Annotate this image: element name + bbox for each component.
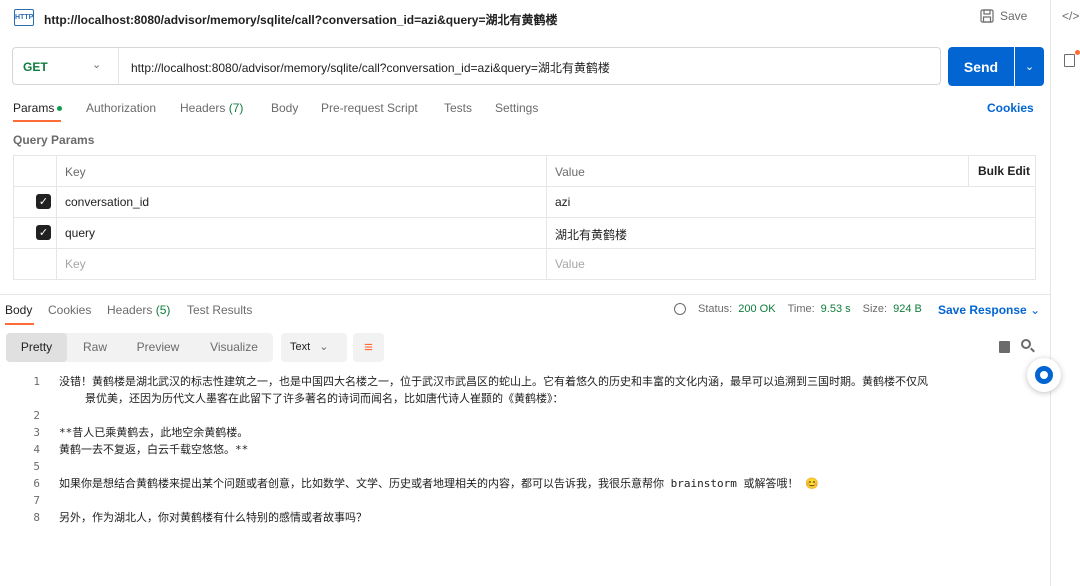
param-key[interactable]: query bbox=[65, 226, 95, 240]
line-number: 8 bbox=[33, 511, 40, 524]
request-title[interactable]: http://localhost:8080/advisor/memory/sql… bbox=[44, 11, 557, 28]
cookies-link[interactable]: Cookies bbox=[987, 101, 1034, 115]
param-value[interactable]: 湖北有黄鹤楼 bbox=[555, 226, 627, 243]
table-divider bbox=[546, 156, 547, 279]
tab-tests[interactable]: Tests bbox=[444, 101, 472, 115]
bulk-edit-button[interactable]: Bulk Edit bbox=[978, 164, 1030, 178]
param-checkbox[interactable]: ✓ bbox=[36, 225, 51, 240]
url-input[interactable]: http://localhost:8080/advisor/memory/sql… bbox=[131, 59, 610, 76]
format-label: Text bbox=[290, 341, 311, 353]
save-button[interactable]: Save bbox=[980, 9, 1027, 23]
save-label: Save bbox=[1000, 9, 1028, 23]
chevron-down-icon[interactable]: ⌄ bbox=[92, 58, 101, 71]
new-key-input[interactable]: Key bbox=[65, 257, 86, 271]
tab-headers[interactable]: Headers (7) bbox=[180, 101, 243, 115]
tab-settings[interactable]: Settings bbox=[495, 101, 538, 115]
assistant-icon bbox=[1035, 366, 1053, 384]
assistant-button[interactable] bbox=[1027, 358, 1061, 392]
active-response-tab-indicator bbox=[5, 323, 34, 325]
view-preview-button[interactable]: Preview bbox=[128, 333, 188, 362]
chevron-down-icon: ⌄ bbox=[319, 341, 329, 353]
wrap-lines-icon[interactable]: ≡ bbox=[353, 333, 384, 362]
line-text: **昔人已乘黄鹤去，此地空余黄鹤楼。 bbox=[59, 426, 249, 439]
table-divider bbox=[14, 186, 1035, 187]
view-raw-button[interactable]: Raw bbox=[71, 333, 119, 362]
line-text: 黄鹤一去不复返，白云千载空悠悠。** bbox=[59, 443, 249, 456]
save-response-label: Save Response bbox=[938, 303, 1027, 317]
right-sidebar bbox=[1050, 0, 1080, 586]
send-options-button[interactable]: ⌄ bbox=[1015, 47, 1044, 86]
line-text: 景优美，还因为历代文人墨客在此留下了许多著名的诗词而闻名，比如唐代诗人崔颢的《黄… bbox=[85, 392, 564, 405]
column-header-value: Value bbox=[555, 165, 585, 179]
chevron-down-icon: ⌄ bbox=[1030, 303, 1041, 317]
send-button[interactable]: Send bbox=[947, 46, 1015, 87]
save-response-button[interactable]: Save Response ⌄ bbox=[938, 303, 1040, 317]
response-meta: Status: 200 OK Time: 9.53 s Size: 924 B bbox=[674, 303, 922, 315]
line-number: 7 bbox=[33, 494, 40, 507]
http-request-icon: HTTP bbox=[14, 9, 34, 26]
line-number: 6 bbox=[33, 477, 40, 490]
search-icon[interactable] bbox=[1021, 339, 1031, 349]
line-number: 5 bbox=[33, 460, 40, 473]
status-label: Status: bbox=[698, 303, 733, 315]
new-value-input[interactable]: Value bbox=[555, 257, 585, 271]
response-tab-headers[interactable]: Headers (5) bbox=[107, 303, 170, 317]
url-divider bbox=[118, 48, 119, 84]
tab-headers-label: Headers bbox=[180, 101, 226, 115]
param-key[interactable]: conversation_id bbox=[65, 195, 149, 209]
response-tab-body[interactable]: Body bbox=[5, 303, 32, 317]
line-number: 4 bbox=[33, 443, 40, 456]
view-mode-group: Pretty Raw Preview Visualize bbox=[6, 333, 273, 362]
line-number: 1 bbox=[33, 375, 40, 388]
query-params-table: Key Value Bulk Edit ✓ conversation_id az… bbox=[13, 155, 1036, 280]
line-number: 2 bbox=[33, 409, 40, 422]
param-value[interactable]: azi bbox=[555, 195, 570, 209]
line-text: 如果你是想结合黄鹤楼来提出某个问题或者创意，比如数学、文学、历史或者地理相关的内… bbox=[59, 477, 819, 490]
status-value[interactable]: 200 OK bbox=[738, 303, 775, 315]
line-text: 没错！黄鹤楼是湖北武汉的标志性建筑之一，也是中国四大名楼之一，位于武汉市武昌区的… bbox=[59, 375, 928, 388]
response-tab-test-results[interactable]: Test Results bbox=[187, 303, 252, 317]
column-header-key: Key bbox=[65, 165, 86, 179]
info-panel-icon[interactable] bbox=[1064, 54, 1075, 67]
format-select[interactable]: Text ⌄ bbox=[281, 333, 347, 362]
globe-icon[interactable] bbox=[674, 303, 686, 315]
tab-body[interactable]: Body bbox=[271, 101, 298, 115]
active-tab-indicator bbox=[13, 120, 61, 122]
size-label: Size: bbox=[862, 303, 888, 315]
query-params-title: Query Params bbox=[13, 133, 95, 147]
table-divider bbox=[14, 217, 1035, 218]
param-checkbox[interactable]: ✓ bbox=[36, 194, 51, 209]
response-tab-cookies[interactable]: Cookies bbox=[48, 303, 91, 317]
headers-count: (7) bbox=[228, 101, 244, 115]
tab-authorization[interactable]: Authorization bbox=[86, 101, 156, 115]
view-pretty-button[interactable]: Pretty bbox=[6, 333, 67, 362]
save-icon bbox=[980, 9, 994, 23]
table-divider bbox=[14, 248, 1035, 249]
params-active-dot bbox=[57, 106, 63, 112]
response-divider bbox=[0, 294, 1050, 295]
line-number: 3 bbox=[33, 426, 40, 439]
table-divider bbox=[968, 156, 969, 186]
view-visualize-button[interactable]: Visualize bbox=[202, 333, 266, 362]
copy-icon[interactable] bbox=[999, 341, 1010, 353]
response-headers-label: Headers bbox=[107, 303, 153, 317]
tab-params[interactable]: Params bbox=[13, 101, 63, 115]
notification-dot bbox=[1075, 50, 1080, 55]
code-icon[interactable]: </> bbox=[1062, 9, 1079, 23]
time-value[interactable]: 9.53 s bbox=[821, 303, 851, 315]
table-divider bbox=[56, 156, 57, 279]
tab-params-label: Params bbox=[13, 101, 55, 115]
response-headers-count: (5) bbox=[155, 303, 171, 317]
size-value[interactable]: 924 B bbox=[893, 303, 922, 315]
method-select[interactable]: GET bbox=[23, 60, 48, 74]
time-label: Time: bbox=[787, 303, 815, 315]
tab-prerequest-script[interactable]: Pre-request Script bbox=[321, 101, 418, 115]
line-text: 另外，作为湖北人，你对黄鹤楼有什么特别的感情或者故事吗？ bbox=[59, 511, 367, 524]
